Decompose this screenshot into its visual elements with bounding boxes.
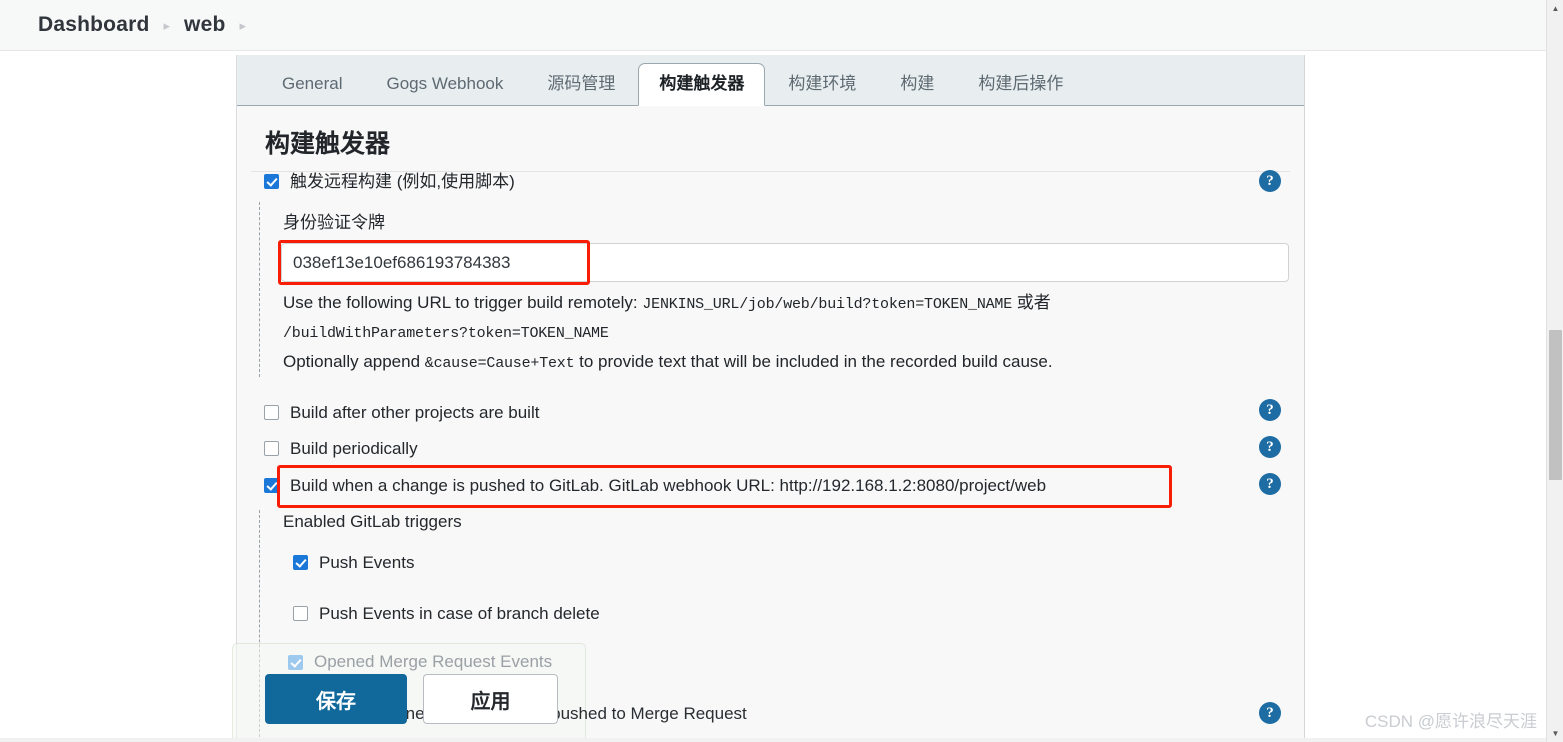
label-opened-merge-request-events: Opened Merge Request Events <box>314 652 553 671</box>
vertical-scrollbar[interactable]: ▲ ▼ <box>1546 0 1563 742</box>
row-build-on-gitlab-push: Build when a change is pushed to GitLab.… <box>236 476 1305 495</box>
config-tabbar: General Gogs Webhook 源码管理 构建触发器 构建环境 构建 … <box>237 55 1304 106</box>
label-build-on-gitlab-push: Build when a change is pushed to GitLab.… <box>290 476 1047 495</box>
screen-root: Dashboard ▸ web ▸ General Gogs Webhook 源… <box>0 0 1563 742</box>
row-build-periodically: Build periodically <box>236 439 1305 458</box>
save-button[interactable]: 保存 <box>265 674 407 724</box>
tab-build-environment[interactable]: 构建环境 <box>767 63 877 105</box>
checkbox-push-events[interactable] <box>293 555 308 570</box>
help-text-line-1-prefix: Use the following URL to trigger build r… <box>283 293 643 312</box>
config-panel: General Gogs Webhook 源码管理 构建触发器 构建环境 构建 … <box>236 55 1305 742</box>
breadcrumb-item-dashboard[interactable]: Dashboard <box>38 13 150 37</box>
help-icon-build-after-other-projects[interactable]: ? <box>1259 399 1281 421</box>
row-push-events-branch-delete: Push Events in case of branch delete <box>265 604 1065 623</box>
label-enabled-gitlab-triggers: Enabled GitLab triggers <box>283 512 462 531</box>
apply-button[interactable]: 应用 <box>423 674 558 724</box>
tab-build-triggers[interactable]: 构建触发器 <box>638 63 766 106</box>
help-icon-trigger-remote-build[interactable]: ? <box>1259 170 1281 192</box>
tab-general[interactable]: General <box>261 63 363 105</box>
breadcrumb-separator-icon: ▸ <box>163 18 171 33</box>
checkbox-build-on-gitlab-push[interactable] <box>264 478 279 493</box>
label-build-after-other-projects: Build after other projects are built <box>290 403 540 422</box>
help-text-line-3-prefix: Optionally append <box>283 352 425 371</box>
checkbox-push-events-branch-delete[interactable] <box>293 606 308 621</box>
tab-build[interactable]: 构建 <box>879 63 955 105</box>
help-text-line-3-param: &cause=Cause+Text <box>424 355 575 372</box>
auth-token-input[interactable]: 038ef13e10ef686193784383 <box>281 243 1289 282</box>
label-push-events-branch-delete: Push Events in case of branch delete <box>319 604 600 623</box>
checkbox-build-periodically[interactable] <box>264 441 279 456</box>
label-push-events: Push Events <box>319 553 415 572</box>
watermark: CSDN @愿许浪尽天涯 <box>1364 712 1537 731</box>
help-text-line-3: Optionally append &cause=Cause+Text to p… <box>283 347 1053 379</box>
label-build-periodically: Build periodically <box>290 439 418 458</box>
row-push-events: Push Events <box>265 553 1065 572</box>
help-icon-merge-request-events[interactable]: ? <box>1259 702 1281 724</box>
scroll-up-arrow-icon[interactable]: ▲ <box>1547 0 1563 17</box>
help-text-line-1-url: JENKINS_URL/job/web/build?token=TOKEN_NA… <box>642 296 1013 313</box>
tab-post-build-actions[interactable]: 构建后操作 <box>957 63 1084 105</box>
checkbox-opened-merge-request-events[interactable] <box>288 655 303 670</box>
tab-gogs-webhook[interactable]: Gogs Webhook <box>365 63 524 105</box>
help-icon-build-on-gitlab-push[interactable]: ? <box>1259 473 1281 495</box>
help-icon-build-periodically[interactable]: ? <box>1259 436 1281 458</box>
horizontal-scrollbar[interactable] <box>0 738 1546 742</box>
label-auth-token: 身份验证令牌 <box>283 213 385 232</box>
help-text-line-2: /buildWithParameters?token=TOKEN_NAME <box>283 325 609 342</box>
checkbox-trigger-remote-build[interactable] <box>264 174 279 189</box>
breadcrumb-item-web[interactable]: web <box>184 13 225 37</box>
breadcrumb: Dashboard ▸ web ▸ <box>0 0 1546 51</box>
panel-body: 构建触发器 <box>237 106 1304 172</box>
breadcrumb-separator-icon-2: ▸ <box>239 18 247 33</box>
nested-guide-remote-build <box>259 202 260 377</box>
help-text-line-1-suffix: 或者 <box>1012 293 1051 312</box>
checkbox-build-after-other-projects[interactable] <box>264 405 279 420</box>
scroll-down-arrow-icon[interactable]: ▼ <box>1547 725 1563 742</box>
row-build-after-other-projects: Build after other projects are built <box>236 403 1305 422</box>
help-text-line-3-suffix: to provide text that will be included in… <box>574 352 1053 371</box>
help-text-line-1: Use the following URL to trigger build r… <box>283 288 1051 320</box>
tab-source-management[interactable]: 源码管理 <box>526 63 636 105</box>
page-title: 构建触发器 <box>251 106 1290 172</box>
vertical-scrollbar-thumb[interactable] <box>1549 330 1562 480</box>
row-trigger-remote-build: 触发远程构建 (例如,使用脚本) <box>236 172 1305 191</box>
label-trigger-remote-build: 触发远程构建 (例如,使用脚本) <box>290 172 515 191</box>
